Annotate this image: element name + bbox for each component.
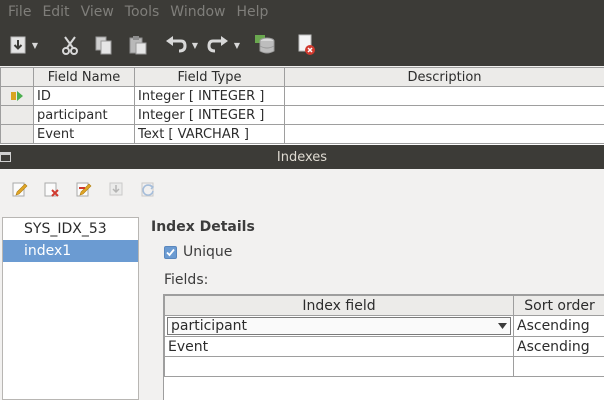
undo-icon (166, 36, 187, 53)
delete-index-icon[interactable] (44, 181, 60, 197)
menu-bar: File Edit View Tools Window Help (0, 0, 604, 24)
field-type-cell[interactable]: Integer [ INTEGER ] (134, 105, 285, 125)
column-header-index-field[interactable]: Index field (164, 295, 514, 316)
index-field-combobox-value: participant (171, 318, 248, 334)
index-field-grid: Index field Sort order participant Ascen… (163, 294, 604, 400)
field-description-cell[interactable] (284, 124, 604, 144)
unique-checkbox[interactable] (164, 245, 177, 259)
close-document-icon (298, 34, 315, 55)
field-table: Field Name Field Type Description ID Int… (0, 67, 604, 145)
table-row[interactable]: Event Ascending (164, 336, 604, 357)
close-document-button[interactable] (294, 30, 320, 60)
index-details-panel: Index Details (151, 219, 255, 235)
checkmark-icon (166, 248, 175, 256)
index-list-item[interactable]: SYS_IDX_53 (3, 218, 138, 240)
menu-tools[interactable]: Tools (125, 4, 160, 20)
undo-dropdown-arrow[interactable]: ▼ (190, 30, 200, 60)
field-type-cell[interactable]: Text [ VARCHAR ] (134, 124, 285, 144)
field-name-cell[interactable]: ID (33, 86, 135, 106)
cut-icon (62, 36, 78, 55)
table-row[interactable] (164, 356, 604, 377)
index-toolbar (0, 169, 604, 209)
table-row[interactable]: Event Text [ VARCHAR ] (0, 124, 604, 144)
column-header-description[interactable]: Description (284, 67, 604, 87)
window-icon[interactable] (0, 151, 12, 163)
index-grid-header-row: Index field Sort order (164, 295, 604, 316)
sort-order-cell[interactable]: Ascending (513, 315, 604, 337)
field-type-cell[interactable]: Integer [ INTEGER ] (134, 86, 285, 106)
rename-index-icon[interactable] (76, 181, 92, 197)
fields-label: Fields: (164, 272, 209, 288)
cut-button[interactable] (58, 30, 82, 60)
index-field-cell[interactable] (164, 356, 514, 377)
main-toolbar: ▼ ▼ ▼ (0, 24, 604, 66)
column-header-sort-order[interactable]: Sort order (513, 295, 604, 316)
primary-key-icon (11, 91, 23, 101)
table-row[interactable]: ID Integer [ INTEGER ] (0, 86, 604, 106)
unique-label: Unique (183, 244, 233, 260)
field-description-cell[interactable] (284, 86, 604, 106)
save-icon (10, 36, 26, 54)
field-table-corner (0, 67, 34, 87)
indexes-dialog-titlebar: Indexes (0, 145, 604, 169)
dialog-title: Indexes (276, 149, 328, 165)
menu-view[interactable]: View (81, 4, 114, 20)
index-field-combobox[interactable]: participant (167, 317, 511, 335)
row-header[interactable] (0, 86, 34, 106)
reset-index-icon[interactable] (140, 181, 156, 197)
row-header[interactable] (0, 105, 34, 125)
menu-file[interactable]: File (8, 4, 31, 20)
save-dropdown-arrow[interactable]: ▼ (30, 30, 40, 60)
paste-icon (129, 36, 147, 55)
index-field-cell[interactable]: participant (164, 315, 514, 337)
index-list-item-selected[interactable]: index1 (3, 240, 138, 262)
column-header-field-name[interactable]: Field Name (33, 67, 135, 87)
field-table-header-row: Field Name Field Type Description (0, 67, 604, 87)
index-details-heading: Index Details (151, 219, 255, 235)
menu-help[interactable]: Help (237, 4, 269, 20)
index-list: SYS_IDX_53 index1 (2, 217, 139, 400)
copy-icon (95, 36, 112, 55)
menu-window[interactable]: Window (170, 4, 225, 20)
menu-edit[interactable]: Edit (42, 4, 69, 20)
new-index-icon[interactable] (12, 181, 28, 197)
field-name-cell[interactable]: participant (33, 105, 135, 125)
undo-button[interactable] (164, 30, 188, 60)
save-index-icon[interactable] (108, 181, 124, 197)
database-button[interactable] (252, 30, 278, 60)
field-name-cell[interactable]: Event (33, 124, 135, 144)
paste-button[interactable] (126, 30, 150, 60)
copy-button[interactable] (92, 30, 116, 60)
field-description-cell[interactable] (284, 105, 604, 125)
table-row[interactable]: participant Integer [ INTEGER ] (0, 105, 604, 125)
save-button[interactable] (8, 30, 28, 60)
sort-order-cell[interactable] (513, 356, 604, 377)
redo-dropdown-arrow[interactable]: ▼ (232, 30, 242, 60)
database-icon (255, 35, 275, 54)
chevron-down-icon[interactable] (498, 323, 507, 329)
redo-icon (207, 36, 228, 53)
table-row[interactable]: participant Ascending (164, 315, 604, 337)
redo-button[interactable] (206, 30, 230, 60)
index-field-cell[interactable]: Event (164, 336, 514, 357)
sort-order-cell[interactable]: Ascending (513, 336, 604, 357)
column-header-field-type[interactable]: Field Type (134, 67, 285, 87)
row-header[interactable] (0, 124, 34, 144)
unique-checkbox-row[interactable]: Unique (164, 244, 232, 260)
